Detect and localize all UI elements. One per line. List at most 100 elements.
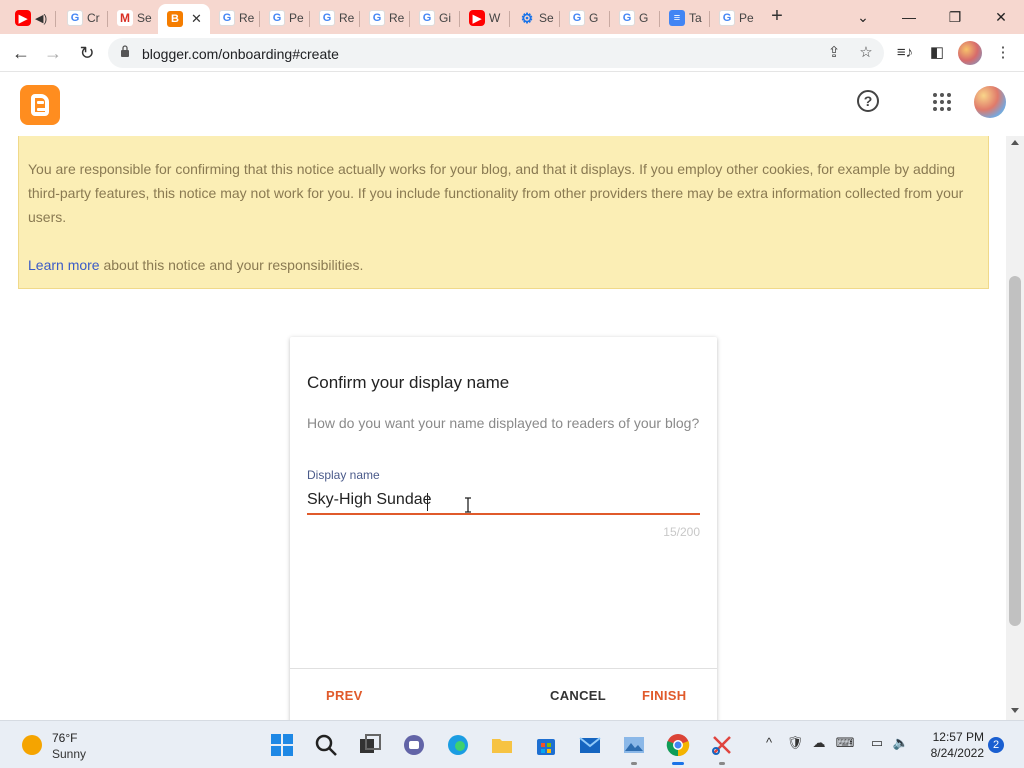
- mail-icon[interactable]: [576, 731, 604, 759]
- weather-temperature[interactable]: 76°F: [52, 731, 77, 745]
- show-hidden-icons-chevron-icon[interactable]: ^: [758, 735, 780, 750]
- blogger-icon: B: [167, 11, 183, 27]
- address-bar[interactable]: blogger.com/onboarding#create ⇪ ☆: [108, 38, 884, 68]
- google-icon: G: [569, 10, 585, 26]
- google-apps-icon[interactable]: [933, 93, 951, 111]
- tab-gmail[interactable]: M Se: [108, 4, 158, 32]
- cancel-button[interactable]: CANCEL: [550, 688, 606, 703]
- keyboard-icon[interactable]: ⌨: [834, 735, 856, 751]
- tab-docs[interactable]: ≡ Ta: [660, 4, 710, 32]
- chrome-browser-icon[interactable]: [664, 731, 692, 765]
- back-button[interactable]: ←: [8, 40, 34, 66]
- menu-kebab-icon[interactable]: ⋮: [990, 40, 1016, 66]
- display-name-label: Display name: [307, 468, 380, 482]
- snipping-tool-icon[interactable]: [708, 731, 736, 765]
- tab-title: G: [639, 11, 649, 25]
- restore-button[interactable]: ❐: [932, 4, 978, 30]
- tab-google[interactable]: G Re: [310, 4, 360, 32]
- tab-title: Cr: [87, 11, 100, 25]
- display-name-dialog: Confirm your display name How do you wan…: [290, 337, 717, 720]
- page-scrollbar[interactable]: [1006, 136, 1024, 720]
- scroll-up-arrow-icon[interactable]: [1011, 140, 1019, 145]
- scrollbar-thumb[interactable]: [1009, 276, 1021, 626]
- side-panel-icon[interactable]: ◧: [924, 40, 950, 66]
- cookie-notice-banner: You are responsible for confirming that …: [18, 136, 989, 289]
- tab-title: Se: [539, 11, 554, 25]
- google-icon: G: [67, 10, 83, 26]
- blogger-logo[interactable]: [20, 85, 60, 125]
- dialog-title: Confirm your display name: [307, 373, 510, 392]
- display-name-input[interactable]: [307, 487, 700, 515]
- edge-browser-icon[interactable]: [444, 731, 472, 759]
- volume-icon[interactable]: 🔈: [890, 735, 912, 751]
- settings-icon: ⚙: [520, 9, 534, 26]
- google-icon: G: [269, 10, 285, 26]
- close-window-button[interactable]: ✕: [978, 4, 1024, 30]
- character-counter: 15/200: [663, 525, 700, 539]
- notification-badge[interactable]: 2: [988, 737, 1004, 753]
- tab-youtube-audio[interactable]: ▶ ◀): [6, 4, 56, 32]
- minimize-button[interactable]: —: [886, 4, 932, 30]
- account-avatar[interactable]: [974, 86, 1006, 118]
- tab-settings[interactable]: ⚙ Se: [510, 4, 560, 32]
- dialog-subtitle: How do you want your name displayed to r…: [307, 415, 700, 431]
- tab-google[interactable]: G G: [560, 4, 610, 32]
- share-icon[interactable]: ⇪: [824, 43, 844, 63]
- file-explorer-icon[interactable]: [488, 731, 516, 759]
- tab-title: Pe: [739, 11, 754, 25]
- tab-title: Gi: [439, 11, 451, 25]
- browser-toolbar: ← → ↻ blogger.com/onboarding#create ⇪ ☆ …: [0, 34, 1024, 72]
- profile-avatar[interactable]: [958, 41, 982, 65]
- network-icon[interactable]: ▭: [866, 735, 888, 751]
- tab-google[interactable]: G G: [610, 4, 660, 32]
- windows-taskbar: 76°F Sunny ^ 🛡 ☁ ⌨ ▭ 🔈 12:57 PM 8/24/202…: [0, 720, 1024, 768]
- tab-title: Re: [339, 11, 355, 25]
- tab-youtube[interactable]: ▶ W: [460, 4, 510, 32]
- learn-more-link[interactable]: Learn more: [28, 257, 100, 273]
- media-control-icon[interactable]: ≡♪: [892, 40, 918, 66]
- google-icon: G: [369, 10, 385, 26]
- forward-button[interactable]: →: [40, 40, 66, 66]
- search-icon[interactable]: [312, 731, 340, 759]
- tab-google[interactable]: G Cr: [58, 4, 108, 32]
- url-text: blogger.com/onboarding#create: [142, 46, 339, 62]
- onedrive-cloud-icon[interactable]: ☁: [808, 735, 830, 751]
- prev-button[interactable]: PREV: [326, 688, 363, 703]
- tab-google[interactable]: G Re: [210, 4, 260, 32]
- tab-search-chevron-icon[interactable]: ⌄: [840, 4, 886, 30]
- docs-icon: ≡: [669, 10, 685, 26]
- clock-date[interactable]: 8/24/2022: [920, 746, 984, 760]
- bookmark-star-icon[interactable]: ☆: [856, 43, 876, 63]
- dialog-divider: [290, 668, 717, 669]
- browser-tab-strip: ▶ ◀) G Cr M Se B ✕ G Re G Pe G Re G Re G…: [0, 0, 1024, 34]
- tab-google[interactable]: G Re: [360, 4, 410, 32]
- help-icon[interactable]: ?: [857, 90, 879, 112]
- tab-title: G: [589, 11, 599, 25]
- photos-app-icon[interactable]: [620, 731, 648, 765]
- teams-chat-icon[interactable]: [400, 731, 428, 759]
- new-tab-button[interactable]: +: [766, 6, 788, 28]
- google-icon: G: [319, 10, 335, 26]
- sun-weather-icon[interactable]: [22, 735, 42, 755]
- tab-close-icon[interactable]: ✕: [191, 11, 202, 27]
- youtube-icon: ▶: [469, 10, 485, 26]
- tab-google[interactable]: G Pe: [260, 4, 310, 32]
- google-icon: G: [219, 10, 235, 26]
- weather-condition[interactable]: Sunny: [52, 747, 86, 761]
- windows-start-icon[interactable]: [268, 731, 296, 759]
- microsoft-store-icon[interactable]: [532, 731, 560, 759]
- security-shield-icon[interactable]: 🛡: [784, 735, 806, 751]
- tab-blogger-active[interactable]: B ✕: [158, 4, 210, 34]
- google-icon: G: [719, 10, 735, 26]
- reload-button[interactable]: ↻: [74, 40, 100, 66]
- tab-google[interactable]: G Gi: [410, 4, 460, 32]
- clock-time[interactable]: 12:57 PM: [924, 730, 984, 744]
- google-icon: G: [619, 10, 635, 26]
- page-content: You are responsible for confirming that …: [0, 136, 1006, 720]
- finish-button[interactable]: FINISH: [642, 688, 686, 703]
- google-icon: G: [419, 10, 435, 26]
- task-view-icon[interactable]: [356, 731, 384, 759]
- gmail-icon: M: [117, 10, 133, 26]
- scroll-down-arrow-icon[interactable]: [1011, 708, 1019, 713]
- tab-google[interactable]: G Pe: [710, 4, 760, 32]
